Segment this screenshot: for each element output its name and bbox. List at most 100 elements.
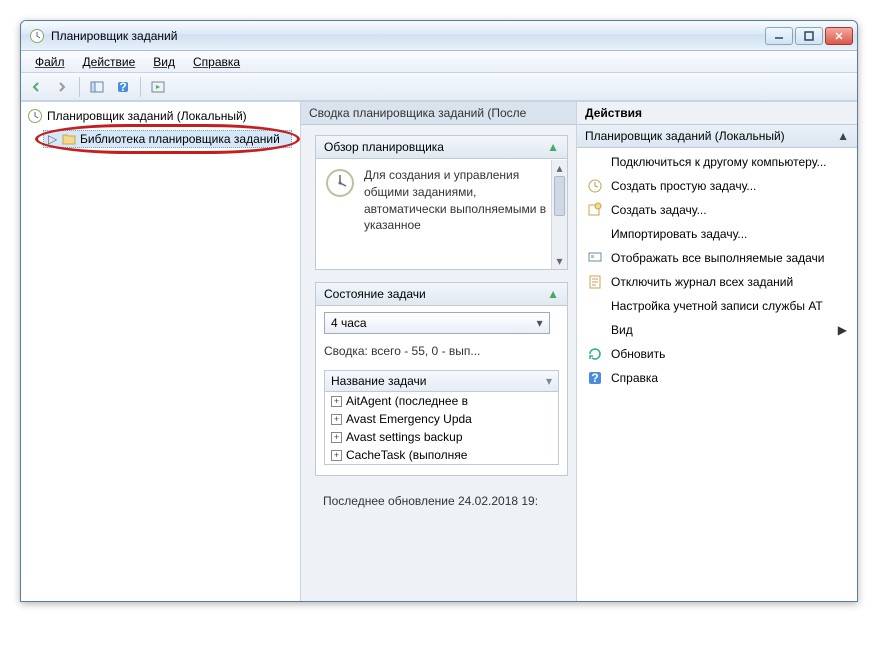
- maximize-button[interactable]: [795, 27, 823, 45]
- toolbar-separator: [140, 77, 141, 97]
- blank-icon: [587, 226, 603, 242]
- titlebar[interactable]: Планировщик заданий: [21, 21, 857, 51]
- tree-root-label: Планировщик заданий (Локальный): [47, 109, 247, 123]
- action-label: Обновить: [611, 347, 665, 361]
- expand-icon[interactable]: +: [331, 396, 342, 407]
- action-item[interactable]: ? Справка: [577, 366, 857, 390]
- action-list: Подключиться к другому компьютеру... Созд…: [577, 148, 857, 392]
- overview-scrollbar[interactable]: ▴ ▾: [551, 160, 567, 269]
- scroll-thumb[interactable]: [554, 176, 565, 216]
- close-button[interactable]: [825, 27, 853, 45]
- submenu-arrow-icon: ▶: [838, 323, 847, 337]
- task-list[interactable]: +AitAgent (последнее в +Avast Emergency …: [324, 392, 559, 465]
- collapse-icon[interactable]: ▲: [837, 129, 849, 143]
- blank-icon: [587, 154, 603, 170]
- task-row[interactable]: +Avast settings backup: [325, 428, 558, 446]
- tree-library-item[interactable]: ▷ Библиотека планировщика заданий: [43, 130, 292, 148]
- blank-icon: [587, 322, 603, 338]
- action-item[interactable]: Отображать все выполняемые задачи: [577, 246, 857, 270]
- action-item[interactable]: Обновить: [577, 342, 857, 366]
- actions-subtitle: Планировщик заданий (Локальный): [585, 129, 785, 143]
- expander-icon[interactable]: ▷: [48, 132, 58, 146]
- blank-icon: [587, 298, 603, 314]
- show-hide-tree-button[interactable]: [86, 76, 108, 98]
- action-label: Создать простую задачу...: [611, 179, 756, 193]
- run-button[interactable]: [147, 76, 169, 98]
- scroll-up-icon[interactable]: ▴: [552, 160, 567, 176]
- toolbar: ?: [21, 73, 857, 101]
- expand-icon[interactable]: +: [331, 432, 342, 443]
- content-area: Планировщик заданий (Локальный) ▷ Библио…: [21, 101, 857, 601]
- task-row[interactable]: +Avast Emergency Upda: [325, 410, 558, 428]
- menu-help[interactable]: Справка: [185, 53, 248, 71]
- task-row[interactable]: +CacheTask (выполняе: [325, 446, 558, 464]
- action-item[interactable]: Подключиться к другому компьютеру...: [577, 150, 857, 174]
- details-header: Сводка планировщика заданий (После: [301, 102, 576, 125]
- forward-button[interactable]: [51, 76, 73, 98]
- expand-icon[interactable]: +: [331, 450, 342, 461]
- menu-action[interactable]: Действие: [75, 53, 144, 71]
- menubar: Файл Действие Вид Справка: [21, 51, 857, 73]
- action-item[interactable]: Импортировать задачу...: [577, 222, 857, 246]
- back-button[interactable]: [25, 76, 47, 98]
- task-list-header-label: Название задачи: [331, 374, 427, 388]
- action-label: Справка: [611, 371, 658, 385]
- clock-icon: [27, 108, 43, 124]
- action-item[interactable]: Настройка учетной записи службы AT: [577, 294, 857, 318]
- action-item[interactable]: Вид ▶: [577, 318, 857, 342]
- action-label: Отключить журнал всех заданий: [611, 275, 793, 289]
- chevron-down-icon: ▾: [537, 316, 543, 330]
- history-icon: [587, 274, 603, 290]
- action-label: Импортировать задачу...: [611, 227, 747, 241]
- combo-value: 4 часа: [331, 316, 367, 330]
- status-title: Состояние задачи: [324, 287, 426, 301]
- overview-text: Для создания и управления общими задания…: [364, 167, 559, 261]
- actions-title: Действия: [577, 102, 857, 125]
- clock-icon: [324, 167, 356, 199]
- chevron-up-icon: ▲: [547, 287, 559, 301]
- window-controls: [765, 27, 853, 45]
- status-header[interactable]: Состояние задачи ▲: [316, 283, 567, 306]
- tree-root-item[interactable]: Планировщик заданий (Локальный): [23, 106, 298, 126]
- actions-pane: Действия Планировщик заданий (Локальный)…: [577, 102, 857, 601]
- help-icon: ?: [587, 370, 603, 386]
- app-icon: [29, 28, 45, 44]
- action-label: Настройка учетной записи службы AT: [611, 299, 823, 313]
- chevron-up-icon: ▲: [547, 140, 559, 154]
- actions-context-header[interactable]: Планировщик заданий (Локальный) ▲: [577, 125, 857, 148]
- action-item[interactable]: Создать задачу...: [577, 198, 857, 222]
- status-group: Состояние задачи ▲ 4 часа ▾ Сводка: всег…: [315, 282, 568, 476]
- action-label: Вид: [611, 323, 633, 337]
- status-summary: Сводка: всего - 55, 0 - вып...: [324, 344, 559, 358]
- folder-icon: [62, 133, 76, 145]
- menu-view[interactable]: Вид: [145, 53, 183, 71]
- refresh-icon: [587, 346, 603, 362]
- overview-group: Обзор планировщика ▲ Для создания и упра…: [315, 135, 568, 270]
- svg-text:?: ?: [591, 371, 598, 385]
- svg-text:?: ?: [119, 80, 126, 94]
- basic-task-icon: [587, 178, 603, 194]
- action-label: Создать задачу...: [611, 203, 707, 217]
- menu-file[interactable]: Файл: [27, 53, 73, 71]
- period-combobox[interactable]: 4 часа ▾: [324, 312, 550, 334]
- help-button[interactable]: ?: [112, 76, 134, 98]
- minimize-button[interactable]: [765, 27, 793, 45]
- tree-library-label: Библиотека планировщика заданий: [80, 132, 280, 146]
- details-pane: Сводка планировщика заданий (После Обзор…: [301, 102, 577, 601]
- action-item[interactable]: Отключить журнал всех заданий: [577, 270, 857, 294]
- task-row[interactable]: +AitAgent (последнее в: [325, 392, 558, 410]
- last-update-label: Последнее обновление 24.02.2018 19:: [315, 488, 568, 514]
- action-label: Отображать все выполняемые задачи: [611, 251, 825, 265]
- action-label: Подключиться к другому компьютеру...: [611, 155, 827, 169]
- console-tree[interactable]: Планировщик заданий (Локальный) ▷ Библио…: [21, 102, 301, 601]
- task-list-header[interactable]: Название задачи ▾: [324, 370, 559, 392]
- action-item[interactable]: Создать простую задачу...: [577, 174, 857, 198]
- toolbar-separator: [79, 77, 80, 97]
- overview-title: Обзор планировщика: [324, 140, 444, 154]
- task-scheduler-window: Планировщик заданий Файл Действие Вид Сп…: [20, 20, 858, 602]
- overview-header[interactable]: Обзор планировщика ▲: [316, 136, 567, 159]
- create-task-icon: [587, 202, 603, 218]
- expand-icon[interactable]: +: [331, 414, 342, 425]
- window-title: Планировщик заданий: [51, 29, 765, 43]
- scroll-down-icon[interactable]: ▾: [552, 253, 567, 269]
